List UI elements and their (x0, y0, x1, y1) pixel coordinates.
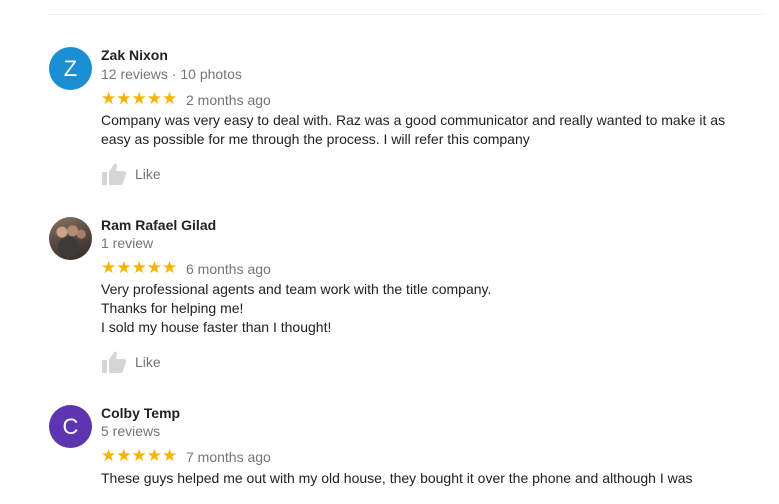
avatar[interactable] (49, 217, 92, 260)
review-date: 7 months ago (186, 449, 271, 465)
like-button[interactable]: Like (101, 350, 161, 374)
like-button[interactable]: Like (101, 162, 161, 186)
review-text-line: Thanks for helping me! (101, 300, 244, 316)
reviewer-name[interactable]: Ram Rafael Gilad (101, 217, 216, 233)
review-text: Very professional agents and team work w… (101, 280, 761, 337)
avatar[interactable]: Z (49, 47, 92, 90)
review-text: Company was very easy to deal with. Raz … (101, 111, 761, 149)
review-date: 2 months ago (186, 92, 271, 108)
avatar[interactable]: C (49, 405, 92, 448)
divider (48, 14, 764, 15)
review-text-line: These guys helped me out with my old hou… (101, 470, 693, 486)
star-rating: ★★★★★ (101, 89, 178, 108)
thumbs-up-icon (102, 351, 127, 373)
review-text-line: Very professional agents and team work w… (101, 281, 492, 297)
reviewer-meta[interactable]: 1 review (101, 235, 153, 251)
reviewer-name[interactable]: Colby Temp (101, 405, 180, 421)
review-date: 6 months ago (186, 261, 271, 277)
review-text-line: easy as possible for me through the proc… (101, 131, 530, 147)
reviewer-meta[interactable]: 12 reviews · 10 photos (101, 66, 242, 82)
thumbs-up-icon (102, 163, 127, 185)
star-rating: ★★★★★ (101, 446, 178, 465)
like-label: Like (135, 166, 161, 182)
reviewer-meta[interactable]: 5 reviews (101, 423, 160, 439)
star-rating: ★★★★★ (101, 258, 178, 277)
review-text-line: Company was very easy to deal with. Raz … (101, 112, 726, 128)
reviewer-name[interactable]: Zak Nixon (101, 47, 168, 63)
review-text-line: I sold my house faster than I thought! (101, 319, 332, 335)
review-text: These guys helped me out with my old hou… (101, 469, 761, 488)
like-label: Like (135, 354, 161, 370)
